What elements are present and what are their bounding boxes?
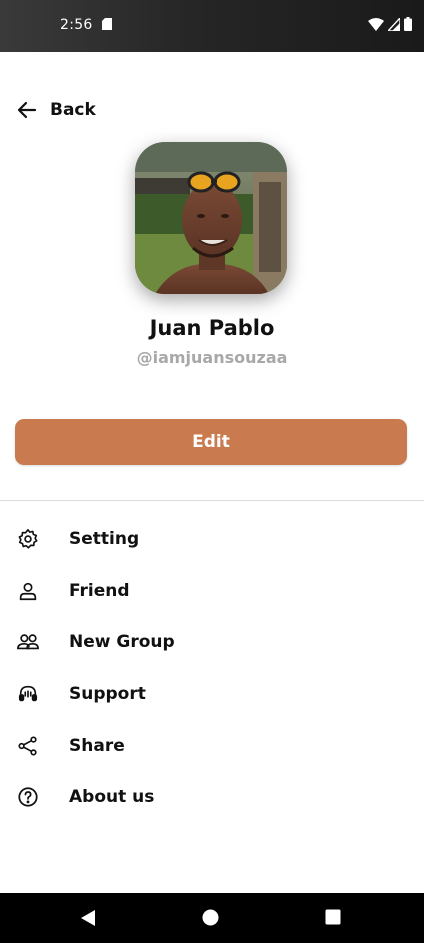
menu-item-about-us[interactable]: About us — [0, 771, 424, 823]
battery-icon — [404, 17, 412, 31]
wifi-icon — [368, 17, 384, 31]
menu-item-support[interactable]: Support — [0, 668, 424, 720]
back-label: Back — [50, 100, 96, 120]
menu-item-setting[interactable]: Setting — [0, 513, 424, 565]
signal-icon — [388, 17, 400, 31]
menu-label: New Group — [69, 632, 175, 653]
back-button[interactable]: Back — [16, 96, 96, 124]
menu-item-new-group[interactable]: New Group — [0, 616, 424, 668]
gear-icon — [16, 527, 40, 551]
menu-list: Setting Friend New Group Support Share A… — [0, 513, 424, 823]
headset-icon — [16, 682, 40, 706]
avatar[interactable] — [135, 142, 287, 294]
sd-card-icon — [102, 18, 112, 30]
menu-item-friend[interactable]: Friend — [0, 565, 424, 617]
home-circle-icon[interactable] — [202, 909, 219, 926]
system-nav-bar — [0, 893, 424, 943]
menu-label: Friend — [69, 580, 130, 601]
person-icon — [16, 579, 40, 603]
help-circle-icon — [16, 785, 40, 809]
menu-label: Support — [69, 683, 146, 704]
profile-handle: @iamjuansouzaa — [136, 348, 288, 367]
back-triangle-icon[interactable] — [80, 909, 96, 927]
menu-label: About us — [69, 787, 155, 808]
profile-name: Juan Pablo — [149, 316, 275, 340]
menu-label: Share — [69, 735, 125, 756]
status-icons — [368, 17, 412, 31]
edit-button[interactable]: Edit — [15, 419, 407, 465]
menu-label: Setting — [69, 528, 140, 549]
status-time: 2:56 — [60, 17, 93, 33]
recents-square-icon[interactable] — [325, 909, 341, 925]
group-icon — [16, 630, 40, 654]
divider — [0, 500, 424, 501]
share-icon — [16, 734, 40, 758]
arrow-left-icon — [17, 101, 37, 119]
profile-photo — [135, 142, 287, 294]
status-bar: 2:56 — [0, 0, 424, 52]
menu-item-share[interactable]: Share — [0, 720, 424, 772]
